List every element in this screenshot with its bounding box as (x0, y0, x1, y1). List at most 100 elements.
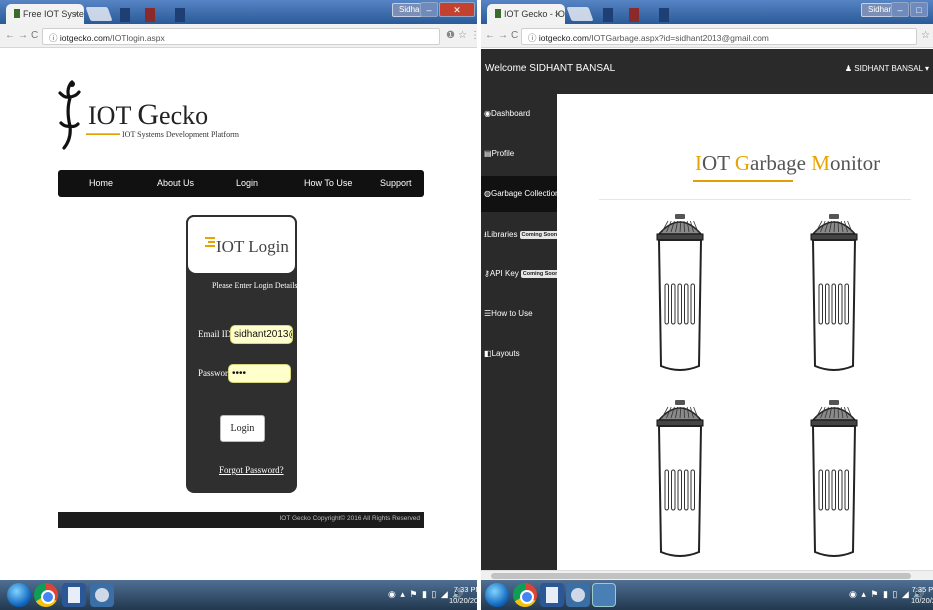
coming-soon-badge: Coming Soon (519, 231, 560, 239)
password-field[interactable]: •••• (228, 364, 291, 383)
login-header: IOT Login (186, 215, 297, 275)
word-taskbar-icon[interactable] (62, 583, 86, 607)
forward-icon[interactable]: → (498, 30, 508, 41)
system-clock[interactable]: 7:35 PM10/20/20 (911, 584, 933, 606)
minimize-icon[interactable]: – (420, 2, 438, 17)
system-clock[interactable]: 7:33 PM10/20/2016 (449, 584, 477, 606)
login-instructions: Please Enter Login Details (212, 281, 298, 290)
taskbar: ◉ ▴ ⚑ ▮ ▯ ◢ 🔊 7:35 PM10/20/20 (481, 580, 933, 610)
screenshot-root: Free IOT Systems Devel × Sidhant – ✕ ← →… (0, 0, 933, 610)
section-divider (599, 199, 911, 200)
taskbar-peek-icon (120, 8, 130, 22)
taskbar-peek-icon (175, 8, 185, 22)
logo-tagline: IOT Systems Development Platform (86, 130, 239, 139)
browser-window-login: Free IOT Systems Devel × Sidhant – ✕ ← →… (0, 0, 477, 610)
garbage-bin-icon (810, 400, 858, 557)
info-icon: ⓘ (528, 33, 539, 43)
sidebar-item-api-key[interactable]: ⚷API Key Coming Soon (481, 256, 561, 292)
info-icon: ⓘ (49, 33, 60, 43)
address-bar: ← → C ⓘ iotgecko.com/IOTGarbage.aspx?id=… (481, 24, 933, 48)
close-tab-icon[interactable]: × (74, 9, 79, 19)
sidebar-item-layouts[interactable]: ◧Layouts (481, 336, 557, 372)
reload-icon[interactable]: C (511, 30, 518, 41)
app-taskbar-icon[interactable] (592, 583, 616, 607)
login-panel: IOT Login Please Enter Login Details Ema… (186, 215, 298, 493)
sidebar-item-libraries[interactable]: ⭳Libraries Coming Soon (481, 216, 560, 252)
forgot-password-link[interactable]: Forgot Password? (219, 465, 284, 475)
chrome-taskbar-icon[interactable] (34, 583, 58, 607)
browser-window-dashboard: IOT Gecko - IOT Develo × Sidhant – □ ← →… (481, 0, 933, 610)
site-logo[interactable]: IOT Gecko IOT Systems Development Platfo… (48, 80, 268, 160)
browser-tab[interactable]: Free IOT Systems Devel × (6, 4, 84, 24)
media-player-taskbar-icon[interactable] (566, 583, 590, 607)
sidebar: ◉Dashboard ▤Profile ◍Garbage Collection … (481, 94, 561, 580)
user-icon: ♟ (844, 64, 853, 73)
bookmark-star-icon[interactable]: ☆ (458, 30, 467, 41)
bookmark-star-icon[interactable]: ☆ (921, 30, 930, 41)
favicon-icon (495, 9, 501, 18)
title-underline (693, 180, 793, 182)
new-tab-button[interactable] (85, 7, 113, 21)
nav-how-to-use[interactable]: How To Use (304, 178, 352, 188)
start-button-icon[interactable] (7, 583, 31, 607)
main-nav: Home About Us Login How To Use Support (58, 170, 424, 197)
gecko-logo-icon (58, 80, 81, 150)
chrome-taskbar-icon[interactable] (513, 583, 537, 607)
sidebar-item-dashboard[interactable]: ◉Dashboard (481, 96, 557, 132)
user-menu[interactable]: ♟ SIDHANT BANSAL ▾ (845, 64, 929, 73)
logo-wordmark: IOT Gecko (88, 98, 209, 131)
back-icon[interactable]: ← (485, 30, 495, 41)
nav-login[interactable]: Login (236, 178, 258, 188)
taskbar-peek-icon (603, 8, 613, 22)
close-window-icon[interactable]: ✕ (439, 2, 475, 17)
coming-soon-badge: Coming Soon (520, 270, 561, 278)
dashboard-icon: ◉ (484, 109, 491, 118)
favicon-icon (14, 9, 20, 18)
back-icon[interactable]: ← (5, 30, 15, 41)
copyright-text: IOT Gecko Copyright© 2016 All Rights Res… (279, 515, 420, 522)
media-player-taskbar-icon[interactable] (90, 583, 114, 607)
sidebar-item-garbage-collection[interactable]: ◍Garbage Collection (481, 176, 559, 212)
login-button[interactable]: Login (220, 415, 265, 442)
garbage-bin-icon (656, 400, 704, 557)
url-field[interactable]: ⓘ iotgecko.com/IOTGarbage.aspx?id=sidhan… (521, 28, 917, 45)
garbage-bin-icon (656, 214, 704, 371)
new-tab-button[interactable] (566, 7, 594, 21)
address-bar: ← → C ⓘ iotgecko.com/IOTlogin.aspx ❶ ☆ ⋮ (0, 24, 477, 48)
welcome-text: Welcome SIDHANT BANSAL (485, 63, 616, 74)
sidebar-item-how-to-use[interactable]: ☰How to Use (481, 296, 557, 332)
start-button-icon[interactable] (485, 583, 509, 607)
url-field[interactable]: ⓘ iotgecko.com/IOTlogin.aspx (42, 28, 440, 45)
menu-icon[interactable]: ⋮ (470, 30, 477, 41)
garbage-monitor-panel: IOT Garbage Monitor (557, 115, 933, 578)
login-title: IOT Login (205, 237, 289, 257)
word-taskbar-icon[interactable] (540, 583, 564, 607)
close-tab-icon[interactable]: × (555, 9, 560, 19)
page-title: IOT Garbage Monitor (695, 151, 881, 175)
email-field[interactable]: sidhant2013@gmail.co (230, 325, 293, 344)
extension-icon[interactable]: ❶ (446, 30, 455, 41)
forward-icon[interactable]: → (18, 30, 28, 41)
scrollbar-thumb[interactable] (491, 573, 911, 579)
nav-about-us[interactable]: About Us (157, 178, 194, 188)
garbage-bin-icon (810, 214, 858, 371)
maximize-icon[interactable]: □ (910, 2, 928, 17)
profile-icon: ▤ (484, 149, 492, 158)
sidebar-item-profile[interactable]: ▤Profile (481, 136, 557, 172)
menu-bars-icon (205, 237, 215, 249)
window-controls: – □ (891, 2, 928, 17)
layout-icon: ◧ (484, 349, 492, 358)
globe-icon: ◍ (484, 189, 491, 198)
taskbar: ◉ ▴ ⚑ ▮ ▯ ◢ 🔊 7:33 PM10/20/2016 (0, 580, 477, 610)
horizontal-scrollbar[interactable] (481, 570, 933, 580)
nav-support[interactable]: Support (380, 178, 412, 188)
browser-tab[interactable]: IOT Gecko - IOT Develo × (487, 4, 565, 24)
minimize-icon[interactable]: – (891, 2, 909, 17)
nav-home[interactable]: Home (89, 178, 113, 188)
caret-down-icon: ▾ (924, 64, 929, 73)
window-controls: – ✕ (420, 2, 475, 17)
taskbar-peek-icon (145, 8, 155, 22)
tab-strip: Free IOT Systems Devel × Sidhant – ✕ (0, 0, 477, 24)
dashboard-header: Welcome SIDHANT BANSAL ♟ SIDHANT BANSAL … (481, 49, 933, 94)
reload-icon[interactable]: C (31, 30, 38, 41)
